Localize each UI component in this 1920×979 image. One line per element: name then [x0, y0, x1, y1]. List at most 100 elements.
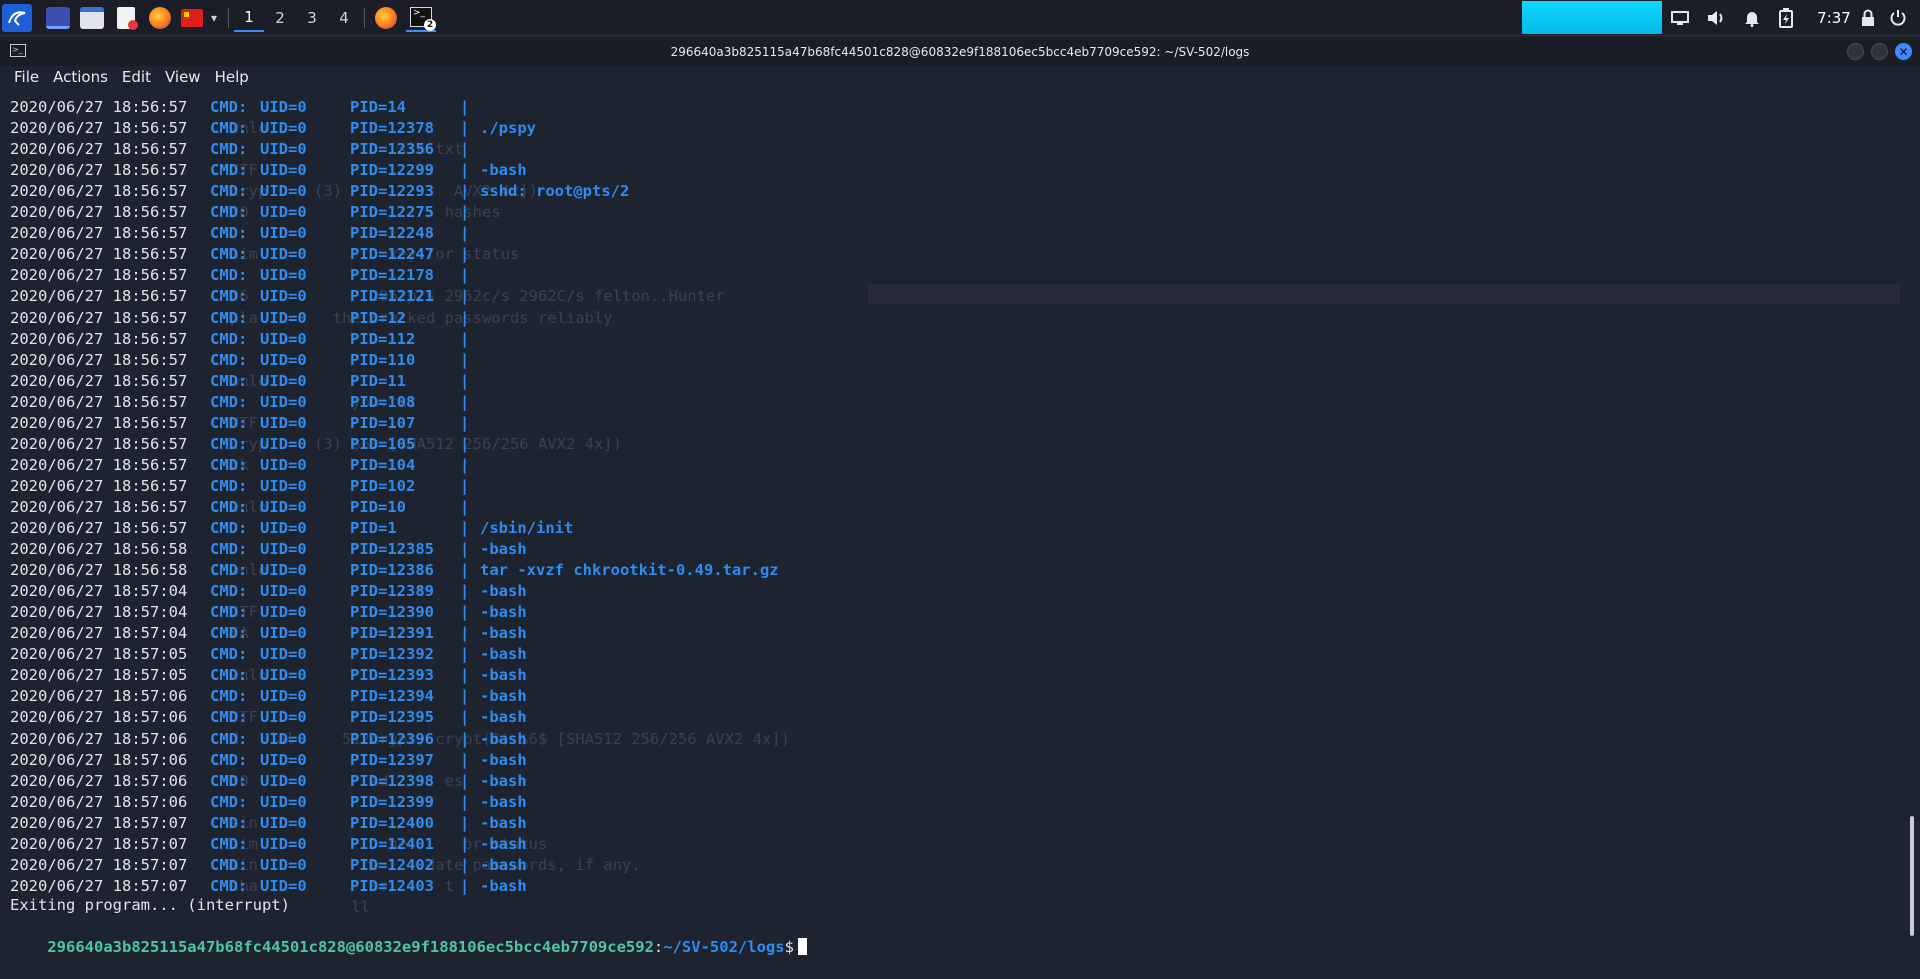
pid-field: PID=12396 — [350, 729, 434, 748]
timestamp: 2020/06/27 18:57:05 — [10, 666, 188, 685]
process-command: -bash — [480, 750, 527, 769]
process-command: ./pspy — [480, 119, 536, 138]
log-line: 2020/06/27 18:57:06 CMD: UID=0 PID=12395 | -b… — [10, 707, 1890, 728]
process-command: -bash — [480, 834, 527, 853]
clock[interactable]: 7:37 — [1808, 6, 1860, 30]
log-line: 2020/06/27 18:56:57 CMD: UID=0 PID=12121 | — [10, 286, 1890, 307]
power-icon[interactable] — [1886, 6, 1910, 30]
pid-field: PID=12401 — [350, 834, 434, 853]
pid-field: PID=12299 — [350, 161, 434, 180]
menu-view[interactable]: View — [158, 66, 208, 88]
battery-charging-icon[interactable] — [1774, 6, 1798, 30]
cmd-label: CMD: — [210, 497, 248, 516]
file-manager-icon[interactable] — [78, 4, 106, 32]
process-command: /sbin/init — [480, 519, 574, 537]
notification-bell-icon[interactable] — [1740, 6, 1764, 30]
pid-field: PID=12391 — [350, 624, 434, 643]
process-command: -bash — [480, 729, 527, 748]
kali-menu-icon[interactable] — [2, 4, 32, 32]
uid-field: UID=0 — [260, 224, 307, 243]
menu-actions[interactable]: Actions — [46, 66, 115, 88]
menu-file[interactable]: File — [0, 66, 46, 88]
pipe-separator: | — [460, 561, 470, 580]
firefox-window-icon[interactable] — [372, 4, 400, 32]
terminal-output[interactable]: wnlo ssh.txt UTF cryp (3) AVX2 4x]) 00 hash… — [0, 97, 1904, 956]
timestamp: 2020/06/27 18:56:57 — [10, 329, 188, 348]
process-command: -bash — [480, 161, 527, 180]
pid-field: PID=12386 — [350, 561, 434, 580]
cmd-label: CMD: — [210, 855, 248, 874]
display-icon[interactable] — [1668, 6, 1692, 30]
menu-help[interactable]: Help — [208, 66, 256, 88]
workspace-4[interactable]: 4 — [329, 4, 359, 32]
pipe-separator: | — [460, 645, 470, 664]
prompt-path: ~/SV-502/logs — [663, 938, 785, 956]
cmd-label: CMD: — [210, 645, 248, 664]
flag-icon[interactable] — [178, 4, 206, 32]
terminal-window-icon[interactable]: >_ 2 — [406, 4, 436, 32]
firefox-icon[interactable] — [146, 4, 174, 32]
process-command: sshd: root@pts/2 — [480, 182, 630, 201]
uid-field: UID=0 — [260, 140, 307, 159]
maximize-button[interactable] — [1871, 43, 1888, 60]
pipe-separator: | — [460, 708, 470, 727]
pipe-separator: | — [460, 497, 470, 516]
window-title: 296640a3b825115a47b68fc44501c828@60832e9… — [670, 44, 1250, 59]
shell-prompt[interactable]: 296640a3b825115a47b68fc44501c828@60832e9… — [10, 916, 807, 956]
pipe-separator: | — [460, 371, 470, 390]
workspace-1[interactable]: 1 — [234, 4, 264, 32]
menu-bar: File Actions Edit View Help — [0, 66, 1920, 88]
log-line: 2020/06/27 18:57:07 CMD: UID=0 PID=12402 | -b… — [10, 855, 1890, 876]
text-cursor — [797, 938, 807, 955]
workspace-3[interactable]: 3 — [297, 4, 327, 32]
window-titlebar[interactable]: >_ 296640a3b825115a47b68fc44501c828@6083… — [0, 37, 1920, 66]
pipe-separator: | — [460, 729, 470, 748]
timestamp: 2020/06/27 18:56:57 — [10, 413, 188, 432]
uid-field: UID=0 — [260, 855, 307, 874]
pid-field: PID=1 — [350, 519, 397, 537]
pid-field: PID=102 — [350, 476, 416, 495]
text-editor-icon[interactable] — [112, 4, 140, 32]
lock-icon[interactable] — [1856, 6, 1880, 30]
pid-field: PID=12247 — [350, 245, 434, 264]
uid-field: UID=0 — [260, 708, 307, 727]
volume-icon[interactable] — [1704, 6, 1728, 30]
pid-field: PID=110 — [350, 350, 416, 369]
uid-field: UID=0 — [260, 329, 307, 348]
process-command: -bash — [480, 855, 527, 874]
cmd-label: CMD: — [210, 455, 248, 474]
cpu-graph-meter[interactable] — [1522, 1, 1662, 34]
timestamp: 2020/06/27 18:57:06 — [10, 792, 188, 811]
cmd-label: CMD: — [210, 876, 248, 895]
log-line: 2020/06/27 18:57:06 CMD: UID=0 PID=12399 | -b… — [10, 792, 1890, 813]
scrollbar-thumb[interactable] — [1910, 816, 1914, 936]
pid-field: PID=12392 — [350, 645, 434, 664]
timestamp: 2020/06/27 18:57:07 — [10, 855, 188, 874]
menu-edit[interactable]: Edit — [115, 66, 158, 88]
pid-field: PID=12275 — [350, 203, 434, 222]
log-line: 2020/06/27 18:57:04 CMD: UID=0 PID=12389 | -b… — [10, 581, 1890, 602]
uid-field: UID=0 — [260, 371, 307, 390]
pipe-separator: | — [460, 434, 470, 453]
cmd-label: CMD: — [210, 708, 248, 727]
cmd-label: CMD: — [210, 792, 248, 811]
pipe-separator: | — [460, 203, 470, 222]
timestamp: 2020/06/27 18:57:07 — [10, 834, 188, 853]
uid-field: UID=0 — [260, 287, 307, 306]
pid-field: PID=12395 — [350, 708, 434, 727]
log-line: 2020/06/27 18:56:57 CMD: UID=0 PID=105 | — [10, 434, 1890, 455]
uid-field: UID=0 — [260, 666, 307, 685]
log-line: 2020/06/27 18:56:58 CMD: UID=0 PID=12385 | -b… — [10, 539, 1890, 560]
log-line: 2020/06/27 18:57:05 CMD: UID=0 PID=12392 | -b… — [10, 644, 1890, 665]
cmd-label: CMD: — [210, 392, 248, 411]
chevron-down-icon[interactable]: ▾ — [206, 4, 222, 32]
workspace-2[interactable]: 2 — [265, 4, 295, 32]
minimize-button[interactable] — [1847, 43, 1864, 60]
cmd-label: CMD: — [210, 540, 248, 559]
uid-field: UID=0 — [260, 98, 307, 116]
terminal-scrollbar[interactable] — [1909, 88, 1917, 945]
log-line: 2020/06/27 18:57:05 CMD: UID=0 PID=12393 | -b… — [10, 665, 1890, 686]
close-button[interactable]: ✕ — [1895, 43, 1912, 60]
show-desktop-icon[interactable] — [44, 4, 72, 32]
exit-message: Exiting program... (interrupt) — [10, 896, 290, 914]
